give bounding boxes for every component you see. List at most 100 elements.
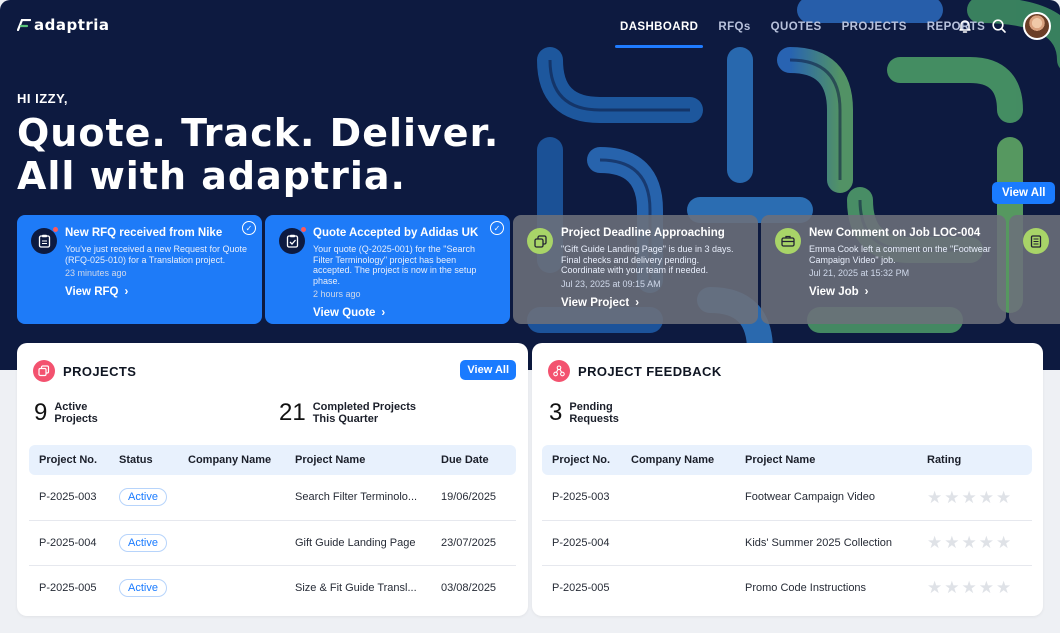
feedback-header: PROJECT FEEDBACK bbox=[548, 360, 722, 382]
view-quote-link[interactable]: View Quote › bbox=[313, 307, 496, 319]
star-icon[interactable]: ★ bbox=[927, 579, 942, 596]
star-icon[interactable]: ★ bbox=[979, 489, 994, 506]
stat-label: Completed Projects This Quarter bbox=[312, 400, 417, 426]
star-icon[interactable]: ★ bbox=[996, 579, 1011, 596]
nav-quotes[interactable]: QUOTES bbox=[771, 0, 822, 48]
table-row[interactable]: P-2025-003 Footwear Campaign Video ★ ★ ★ ★ ★ bbox=[542, 475, 1032, 521]
star-icon[interactable]: ★ bbox=[996, 489, 1011, 506]
company-name bbox=[178, 475, 285, 521]
col-status[interactable]: Status bbox=[109, 445, 178, 475]
greeting: HI IZZY, bbox=[17, 91, 68, 106]
check-circle-icon[interactable]: ✓ bbox=[242, 221, 256, 235]
project-no: P-2025-005 bbox=[39, 581, 97, 594]
company-name bbox=[621, 475, 735, 521]
notification-body: "Gift Guide Landing Page" is due in 3 da… bbox=[561, 244, 734, 275]
pending-requests-stat: 3 Pending Requests bbox=[549, 399, 619, 427]
feedback-table: Project No. Company Name Project Name Ra… bbox=[542, 445, 1032, 610]
star-icon[interactable]: ★ bbox=[979, 534, 994, 551]
table-row[interactable]: P-2025-004 Kids' Summer 2025 Collection … bbox=[542, 520, 1032, 566]
link-label: View Project bbox=[561, 296, 630, 309]
link-label: View Job bbox=[809, 286, 859, 298]
notification-card-quote[interactable]: ✓ Quote Accepted by Adidas UK Your quote… bbox=[265, 215, 510, 324]
bell-icon[interactable] bbox=[955, 16, 975, 36]
view-rfq-link[interactable]: View RFQ › bbox=[65, 286, 248, 298]
col-company-name[interactable]: Company Name bbox=[178, 445, 285, 475]
stat-number: 3 bbox=[549, 399, 563, 426]
project-name: Gift Guide Landing Page bbox=[285, 520, 431, 566]
headline-line-2: All with adaptria. bbox=[17, 154, 406, 198]
brand-logo[interactable]: adaptria bbox=[17, 16, 110, 34]
notification-time: 2 hours ago bbox=[313, 289, 361, 299]
star-icon[interactable]: ★ bbox=[927, 534, 942, 551]
nav-rfqs[interactable]: RFQs bbox=[718, 0, 750, 48]
project-no: P-2025-003 bbox=[29, 475, 109, 521]
panel-title: PROJECT FEEDBACK bbox=[578, 363, 722, 379]
notification-card-partial[interactable] bbox=[1009, 215, 1060, 324]
panel-title: PROJECTS bbox=[63, 363, 137, 379]
headline-line-1: Quote. Track. Deliver. bbox=[17, 111, 500, 155]
project-no: P-2025-004 bbox=[29, 520, 109, 566]
active-projects-stat: 9 Active Projects bbox=[34, 399, 279, 427]
star-rating[interactable]: ★ ★ ★ ★ ★ bbox=[927, 579, 1032, 596]
clipboard-check-icon bbox=[279, 228, 305, 254]
project-feedback-panel: PROJECT FEEDBACK 3 Pending Requests Proje… bbox=[532, 343, 1043, 616]
project-name: Search Filter Terminolo... bbox=[285, 475, 431, 521]
star-icon[interactable]: ★ bbox=[962, 534, 977, 551]
star-icon[interactable]: ★ bbox=[962, 489, 977, 506]
stat-number: 9 bbox=[34, 399, 48, 426]
star-icon[interactable]: ★ bbox=[944, 534, 959, 551]
col-rating[interactable]: Rating bbox=[917, 445, 1032, 475]
project-no: P-2025-005 bbox=[552, 581, 610, 594]
star-icon[interactable]: ★ bbox=[944, 579, 959, 596]
projects-header: PROJECTS bbox=[33, 360, 136, 382]
notification-body: You've just received a new Request for Q… bbox=[65, 244, 247, 265]
view-all-projects-button[interactable]: View All bbox=[460, 360, 516, 380]
status-badge: Active bbox=[119, 578, 167, 597]
company-name bbox=[621, 565, 735, 610]
star-rating[interactable]: ★ ★ ★ ★ ★ bbox=[927, 534, 1032, 551]
notification-time: Jul 23, 2025 at 09:15 AM bbox=[561, 278, 661, 289]
view-project-link[interactable]: View Project › bbox=[561, 297, 744, 309]
notification-card-rfq[interactable]: ✓ New RFQ received from Nike You've just… bbox=[17, 215, 262, 324]
table-row[interactable]: P-2025-005 Active Size & Fit Guide Trans… bbox=[29, 565, 516, 610]
search-icon[interactable] bbox=[989, 16, 1009, 36]
col-project-name[interactable]: Project Name bbox=[735, 445, 917, 475]
col-project-no[interactable]: Project No. bbox=[29, 445, 109, 475]
chevron-right-icon: › bbox=[381, 307, 386, 319]
project-name: Kids' Summer 2025 Collection bbox=[735, 520, 917, 566]
table-header-row: Project No. Company Name Project Name Ra… bbox=[542, 445, 1032, 475]
col-company-name[interactable]: Company Name bbox=[621, 445, 735, 475]
star-icon[interactable]: ★ bbox=[944, 489, 959, 506]
brand-name: adaptria bbox=[34, 16, 110, 34]
nav-projects[interactable]: PROJECTS bbox=[842, 0, 907, 48]
star-icon[interactable]: ★ bbox=[979, 579, 994, 596]
notification-card-comment[interactable]: New Comment on Job LOC-004 Emma Cook lef… bbox=[761, 215, 1006, 324]
view-job-link[interactable]: View Job › bbox=[809, 286, 992, 298]
projects-panel: PROJECTS View All 9 Active Projects 21 Co… bbox=[17, 343, 528, 616]
status-badge: Active bbox=[119, 533, 167, 552]
top-nav: DASHBOARD RFQs QUOTES PROJECTS REPORTS bbox=[614, 0, 985, 48]
stat-number: 21 bbox=[279, 399, 306, 426]
user-avatar[interactable] bbox=[1023, 12, 1051, 40]
notification-body: Your quote (Q-2025-001) for the "Search … bbox=[313, 244, 477, 286]
hero-banner: adaptria DASHBOARD RFQs QUOTES PROJECTS … bbox=[0, 0, 1060, 370]
star-rating[interactable]: ★ ★ ★ ★ ★ bbox=[927, 489, 1032, 506]
star-icon[interactable]: ★ bbox=[927, 489, 942, 506]
table-row[interactable]: P-2025-005 Promo Code Instructions ★ ★ ★ ★ ★ bbox=[542, 565, 1032, 610]
notification-card-deadline[interactable]: Project Deadline Approaching "Gift Guide… bbox=[513, 215, 758, 324]
due-date: 19/06/2025 bbox=[431, 475, 516, 521]
due-date: 23/07/2025 bbox=[431, 520, 516, 566]
table-row[interactable]: P-2025-003 Active Search Filter Terminol… bbox=[29, 475, 516, 521]
col-project-no[interactable]: Project No. bbox=[542, 445, 621, 475]
star-icon[interactable]: ★ bbox=[962, 579, 977, 596]
check-circle-icon[interactable]: ✓ bbox=[490, 221, 504, 235]
view-all-notifications-button[interactable]: View All bbox=[992, 182, 1056, 204]
project-no: P-2025-003 bbox=[542, 475, 621, 521]
col-project-name[interactable]: Project Name bbox=[285, 445, 431, 475]
notification-title: Project Deadline Approaching bbox=[561, 227, 725, 239]
star-icon[interactable]: ★ bbox=[996, 534, 1011, 551]
col-due-date[interactable]: Due Date bbox=[431, 445, 516, 475]
notification-time: 23 minutes ago bbox=[65, 268, 127, 278]
table-row[interactable]: P-2025-004 Active Gift Guide Landing Pag… bbox=[29, 520, 516, 566]
nav-dashboard[interactable]: DASHBOARD bbox=[614, 0, 704, 48]
